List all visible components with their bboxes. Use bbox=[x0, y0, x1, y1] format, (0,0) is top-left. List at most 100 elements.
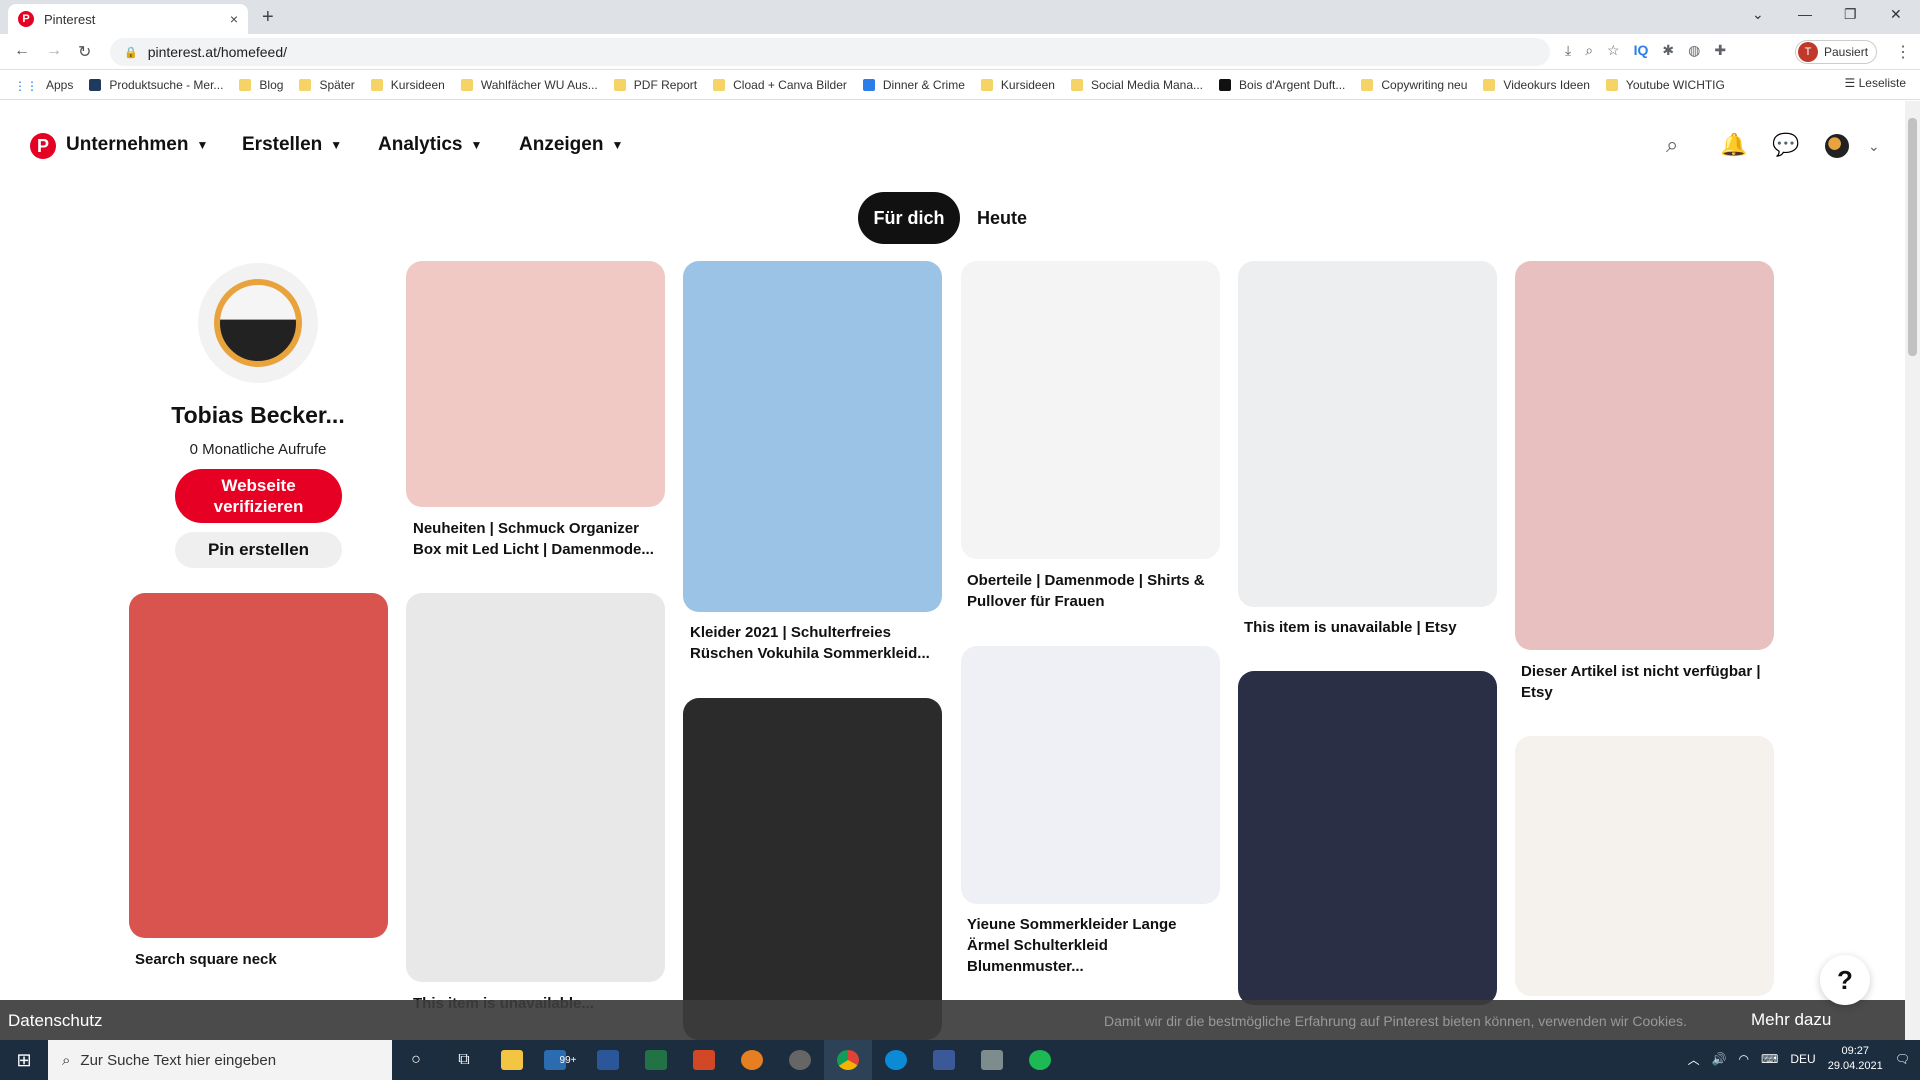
avatar[interactable] bbox=[1825, 134, 1849, 158]
pin-image[interactable] bbox=[1238, 671, 1497, 1005]
bookmark-item[interactable]: Später bbox=[299, 78, 355, 92]
profile-avatar[interactable] bbox=[198, 263, 318, 383]
install-icon[interactable]: ⤓ bbox=[1565, 42, 1571, 59]
notification-icon[interactable]: 🗨 bbox=[1895, 1052, 1910, 1066]
back-icon[interactable]: ← bbox=[14, 42, 30, 60]
task-view-icon[interactable]: ⧉ bbox=[440, 1040, 488, 1080]
pin-image[interactable] bbox=[683, 698, 942, 1040]
restore-icon[interactable]: ❐ bbox=[1844, 6, 1857, 23]
menu-analytics[interactable]: Analytics ▼ bbox=[378, 134, 482, 156]
browser-tabbar: P Pinterest × + ⌄ — ❐ ✕ bbox=[0, 0, 1920, 34]
bookmark-item[interactable]: Blog bbox=[239, 78, 283, 92]
bookmark-item[interactable]: ⋮⋮ Apps bbox=[14, 78, 73, 93]
pin-title[interactable]: Yieune Sommerkleider Lange Ärmel Schulte… bbox=[967, 914, 1217, 977]
app-icon[interactable] bbox=[728, 1040, 776, 1080]
pin-title[interactable]: Dieser Artikel ist nicht verfügbar | Ets… bbox=[1521, 661, 1771, 703]
taskbar-search-input[interactable]: ⌕ Zur Suche Text hier eingeben bbox=[48, 1040, 392, 1080]
chevron-down-icon[interactable]: ⌄ bbox=[1868, 138, 1880, 155]
new-tab-button[interactable]: + bbox=[262, 6, 274, 29]
chevron-down-icon: ▼ bbox=[330, 138, 343, 152]
tab-fuer-dich[interactable]: Für dich bbox=[858, 192, 960, 244]
bookmark-item[interactable]: Social Media Mana... bbox=[1070, 78, 1203, 92]
minimize-icon[interactable]: — bbox=[1798, 6, 1812, 22]
pin-title[interactable]: Search square neck bbox=[135, 949, 385, 970]
mail-icon[interactable]: 99+ bbox=[536, 1040, 584, 1080]
tab-heute[interactable]: Heute bbox=[965, 192, 1039, 244]
bookmark-label: Youtube WICHTIG bbox=[1625, 77, 1725, 92]
windows-start-icon[interactable]: ⊞ bbox=[0, 1040, 48, 1080]
menu-kebab-icon[interactable]: ⋮ bbox=[1895, 42, 1911, 62]
bookmark-item[interactable]: Wahlfächer WU Aus... bbox=[460, 78, 598, 92]
reading-list[interactable]: ☰ Leseliste bbox=[1845, 76, 1906, 90]
volume-icon[interactable]: 🔊 bbox=[1712, 1052, 1727, 1066]
bookmark-item[interactable]: Videokurs Ideen bbox=[1483, 78, 1590, 92]
file-explorer-icon[interactable] bbox=[488, 1040, 536, 1080]
bookmark-item[interactable]: Produktsuche - Mer... bbox=[89, 78, 223, 92]
pin-image[interactable] bbox=[683, 261, 942, 612]
bookmark-item[interactable]: PDF Report bbox=[613, 78, 697, 92]
bookmark-item[interactable]: Kursideen bbox=[980, 78, 1055, 92]
language-indicator[interactable]: DEU bbox=[1790, 1052, 1815, 1066]
privacy-link[interactable]: Datenschutz bbox=[8, 1011, 103, 1031]
spotify-icon[interactable] bbox=[1016, 1040, 1064, 1080]
forward-icon[interactable]: → bbox=[46, 42, 62, 60]
pin-image[interactable] bbox=[1515, 736, 1774, 996]
bookmark-item[interactable]: Cload + Canva Bilder bbox=[713, 78, 847, 92]
help-button[interactable]: ? bbox=[1820, 955, 1870, 1005]
wifi-icon[interactable]: ◠ bbox=[1739, 1052, 1749, 1066]
app-icon[interactable] bbox=[920, 1040, 968, 1080]
excel-icon[interactable] bbox=[632, 1040, 680, 1080]
menu-erstellen[interactable]: Erstellen ▼ bbox=[242, 134, 342, 156]
puzzle-icon[interactable]: ✚ bbox=[1714, 42, 1726, 59]
pin-title[interactable]: Neuheiten | Schmuck Organizer Box mit Le… bbox=[413, 518, 663, 560]
extension-icon[interactable]: ✱ bbox=[1662, 42, 1674, 59]
pin-image[interactable] bbox=[961, 261, 1220, 559]
tab-close-icon[interactable]: × bbox=[230, 11, 238, 27]
pin-image[interactable] bbox=[406, 261, 665, 507]
pin-title[interactable]: This item is unavailable | Etsy bbox=[1244, 617, 1494, 638]
browser-tab[interactable]: P Pinterest × bbox=[8, 4, 248, 34]
tab-search-icon[interactable]: ⌄ bbox=[1752, 6, 1764, 23]
menu-unternehmen[interactable]: Unternehmen ▼ bbox=[66, 134, 208, 156]
pin-image[interactable] bbox=[129, 593, 388, 938]
url-bar[interactable]: 🔒 pinterest.at/homefeed/ bbox=[110, 38, 1550, 66]
chat-icon[interactable]: 💬 bbox=[1772, 132, 1799, 158]
chrome-profile-button[interactable]: T Pausiert bbox=[1795, 40, 1878, 64]
profile-name[interactable]: Tobias Becker... bbox=[150, 402, 366, 429]
scrollbar-thumb[interactable] bbox=[1908, 118, 1917, 356]
bell-icon[interactable]: 🔔 bbox=[1720, 132, 1747, 158]
create-pin-button[interactable]: Pin erstellen bbox=[175, 532, 342, 568]
chevron-up-icon[interactable]: ︿ bbox=[1688, 1051, 1700, 1068]
search-icon[interactable]: ⌕ bbox=[1666, 132, 1678, 158]
bookmark-item[interactable]: Youtube WICHTIG bbox=[1605, 77, 1725, 92]
pin-image[interactable] bbox=[961, 646, 1220, 904]
reload-icon[interactable]: ↻ bbox=[78, 42, 91, 62]
iq-extension-icon[interactable]: IQ bbox=[1634, 42, 1649, 59]
verify-website-button[interactable]: Webseite verifizieren bbox=[175, 469, 342, 523]
bookmark-item[interactable]: Kursideen bbox=[370, 78, 445, 92]
star-icon[interactable]: ☆ bbox=[1607, 42, 1620, 59]
zoom-icon[interactable]: ⌕ bbox=[1585, 42, 1593, 59]
more-info-link[interactable]: Mehr dazu bbox=[1751, 1010, 1831, 1030]
bookmark-item[interactable]: Bois d'Argent Duft... bbox=[1219, 78, 1345, 92]
word-icon[interactable] bbox=[584, 1040, 632, 1080]
app-icon[interactable] bbox=[968, 1040, 1016, 1080]
pin-title[interactable]: Kleider 2021 | Schulterfreies Rüschen Vo… bbox=[690, 622, 940, 664]
pin-image[interactable] bbox=[1515, 261, 1774, 650]
pinterest-logo-icon[interactable]: P bbox=[30, 133, 56, 159]
edge-icon[interactable] bbox=[872, 1040, 920, 1080]
app-icon[interactable] bbox=[776, 1040, 824, 1080]
menu-anzeigen[interactable]: Anzeigen ▼ bbox=[519, 134, 623, 156]
powerpoint-icon[interactable] bbox=[680, 1040, 728, 1080]
bookmark-item[interactable]: Dinner & Crime bbox=[862, 78, 965, 92]
clock[interactable]: 09:27 29.04.2021 bbox=[1828, 1044, 1883, 1074]
pin-image[interactable] bbox=[1238, 261, 1497, 607]
chrome-icon[interactable] bbox=[824, 1040, 872, 1080]
cortana-icon[interactable]: ○ bbox=[392, 1040, 440, 1080]
pin-image[interactable] bbox=[406, 593, 665, 982]
pin-title[interactable]: Oberteile | Damenmode | Shirts & Pullove… bbox=[967, 570, 1217, 612]
close-window-icon[interactable]: ✕ bbox=[1890, 6, 1902, 23]
keyboard-icon[interactable]: ⌨ bbox=[1761, 1052, 1778, 1066]
extension-icon[interactable]: ◍ bbox=[1688, 42, 1700, 59]
bookmark-item[interactable]: Copywriting neu bbox=[1361, 78, 1467, 92]
